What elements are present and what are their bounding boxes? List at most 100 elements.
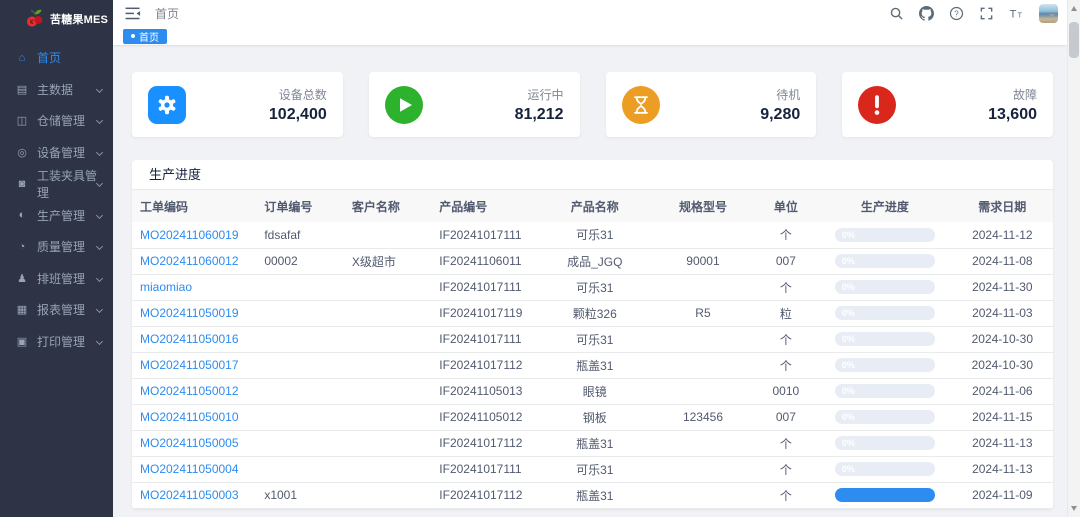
sidebar-item-label: 打印管理 [37, 333, 85, 350]
progress-label: 0% [835, 332, 935, 346]
progress-label: 0% [835, 228, 935, 242]
sidebar-item-scheduling[interactable]: ♟排班管理 [0, 263, 113, 295]
stat-value: 13,600 [988, 106, 1037, 124]
sidebar-menu: ⌂首页▤主数据◫仓储管理◎设备管理◙工装夹具管理 ◐ 生产管理 ◔质量管理♟排班管理▦… [0, 42, 113, 357]
order-no-cell: x1001 [256, 482, 343, 508]
sidebar-item-warehouse[interactable]: ◫仓储管理 [0, 105, 113, 137]
spec-cell [652, 274, 753, 300]
customer-cell [344, 352, 431, 378]
spec-cell: 90001 [652, 248, 753, 274]
chevron-down-icon [96, 275, 103, 282]
sidebar-item-master-data[interactable]: ▤主数据 [0, 74, 113, 106]
scroll-down-arrow[interactable] [1068, 502, 1080, 515]
table-row: MO202411050016IF20241017111可乐31个0%2024-1… [132, 326, 1053, 352]
column-header[interactable]: 产品编号 [431, 190, 537, 222]
product-no-cell: IF20241017119 [431, 300, 537, 326]
sidebar-item-label: 设备管理 [37, 144, 85, 161]
database-icon: ▤ [15, 83, 29, 96]
unit-cell: 个 [754, 222, 818, 248]
stat-label: 故障 [988, 86, 1037, 103]
date-cell: 2024-11-08 [952, 248, 1053, 274]
scroll-up-arrow[interactable] [1068, 2, 1080, 15]
font-size-icon[interactable]: TT [1009, 6, 1024, 21]
product-name-cell: 可乐31 [537, 456, 652, 482]
play-icon [385, 86, 423, 124]
column-header[interactable]: 订单编号 [256, 190, 343, 222]
stat-label: 设备总数 [269, 86, 327, 103]
work-order-link[interactable]: MO202411050003 [140, 488, 239, 502]
work-order-link[interactable]: MO202411050010 [140, 410, 239, 424]
product-name-cell: 瓶盖31 [537, 482, 652, 508]
spec-cell [652, 430, 753, 456]
column-header[interactable]: 生产进度 [818, 190, 952, 222]
work-order-link[interactable]: MO202411060012 [140, 254, 239, 268]
menu-fold-icon[interactable] [125, 7, 141, 20]
work-order-link[interactable]: MO202411050005 [140, 436, 239, 450]
column-header[interactable]: 需求日期 [952, 190, 1053, 222]
dot-icon [131, 34, 135, 38]
product-name-cell: 钢板 [537, 404, 652, 430]
sidebar-item-home[interactable]: ⌂首页 [0, 42, 113, 74]
sidebar-item-print[interactable]: ▣打印管理 [0, 326, 113, 358]
product-no-cell: IF20241105013 [431, 378, 537, 404]
help-icon[interactable]: ? [949, 6, 964, 21]
spec-cell: R5 [652, 300, 753, 326]
order-no-cell [256, 326, 343, 352]
table-row: MO20241106001200002X级超市IF20241106011成品_J… [132, 248, 1053, 274]
sidebar-item-production[interactable]: ◐ 生产管理 [0, 200, 113, 232]
sidebar-item-report[interactable]: ▦报表管理 [0, 294, 113, 326]
table-row: MO202411060019fdsafafIF20241017111可乐31个0… [132, 222, 1053, 248]
lock-icon: ◙ [15, 178, 29, 190]
product-no-cell: IF20241017112 [431, 352, 537, 378]
column-header[interactable]: 工单编码 [132, 190, 256, 222]
scrollbar-thumb[interactable] [1069, 22, 1079, 58]
product-no-cell: IF20241017111 [431, 326, 537, 352]
order-no-cell: 00002 [256, 248, 343, 274]
customer-cell [344, 300, 431, 326]
column-header[interactable]: 客户名称 [344, 190, 431, 222]
progress-cell: 0% [818, 274, 952, 300]
order-no-cell [256, 352, 343, 378]
unit-cell: 个 [754, 274, 818, 300]
work-order-link[interactable]: MO202411050012 [140, 384, 239, 398]
alert-icon [858, 86, 896, 124]
chevron-down-icon [96, 338, 103, 345]
order-no-cell [256, 300, 343, 326]
column-header[interactable]: 产品名称 [537, 190, 652, 222]
sidebar-item-equipment[interactable]: ◎设备管理 [0, 137, 113, 169]
svg-text:?: ? [954, 9, 959, 18]
work-order-link[interactable]: MO202411050004 [140, 462, 239, 476]
progress-bar: 0% [835, 306, 935, 320]
search-icon[interactable] [889, 6, 904, 21]
breadcrumb[interactable]: 首页 [155, 5, 179, 22]
work-order-link[interactable]: MO202411060019 [140, 228, 239, 242]
date-cell: 2024-11-13 [952, 430, 1053, 456]
production-icon: ◐ [15, 209, 29, 221]
customer-cell [344, 378, 431, 404]
customer-cell [344, 326, 431, 352]
stat-label: 待机 [760, 86, 800, 103]
work-order-link[interactable]: MO202411050016 [140, 332, 239, 346]
scrollbar[interactable] [1067, 0, 1080, 517]
work-order-link[interactable]: MO202411050017 [140, 358, 239, 372]
github-icon[interactable] [919, 6, 934, 21]
table-row: MO202411050019IF20241017119颗粒326R5粒0%202… [132, 300, 1053, 326]
sidebar-item-fixture[interactable]: ◙工装夹具管理 [0, 168, 113, 200]
stat-card-total: 设备总数102,400 [132, 72, 343, 137]
caret-down-icon[interactable] [1049, 14, 1055, 18]
sidebar-item-label: 生产管理 [37, 207, 85, 224]
progress-label: 0% [835, 306, 935, 320]
sidebar-item-quality[interactable]: ◔质量管理 [0, 231, 113, 263]
work-order-link[interactable]: MO202411050019 [140, 306, 239, 320]
work-order-link[interactable]: miaomiao [140, 280, 192, 294]
fullscreen-icon[interactable] [979, 6, 994, 21]
column-header[interactable]: 单位 [754, 190, 818, 222]
product-no-cell: IF20241017112 [431, 430, 537, 456]
product-no-cell: IF20241017111 [431, 456, 537, 482]
progress-bar: 0% [835, 254, 935, 268]
person-icon: ♟ [15, 272, 29, 285]
tab-home[interactable]: 首页 [123, 29, 167, 44]
app-logo[interactable]: 苦糖果MES [0, 0, 113, 37]
progress-label: 0% [835, 280, 935, 294]
column-header[interactable]: 规格型号 [652, 190, 753, 222]
